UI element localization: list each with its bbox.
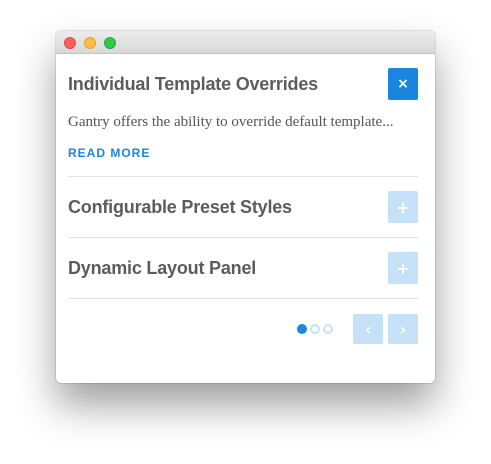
accordion-header[interactable]: Configurable Preset Styles + <box>68 177 418 237</box>
app-window: Individual Template Overrides × Gantry o… <box>56 31 435 383</box>
close-window-button[interactable] <box>64 37 76 49</box>
accordion-item-template-overrides: Individual Template Overrides × Gantry o… <box>68 54 418 177</box>
page-dot-2[interactable] <box>310 324 320 334</box>
plus-icon[interactable]: + <box>388 191 418 223</box>
pager: ‹ › <box>68 299 418 359</box>
chevron-right-icon[interactable]: › <box>388 314 418 344</box>
close-icon[interactable]: × <box>388 68 418 100</box>
accordion-header[interactable]: Individual Template Overrides × <box>68 54 418 114</box>
read-more-link[interactable]: READ MORE <box>68 146 150 160</box>
accordion-title: Individual Template Overrides <box>68 73 318 94</box>
maximize-window-button[interactable] <box>104 37 116 49</box>
minimize-window-button[interactable] <box>84 37 96 49</box>
page-dot-3[interactable] <box>323 324 333 334</box>
accordion: Individual Template Overrides × Gantry o… <box>68 54 418 359</box>
chevron-left-icon[interactable]: ‹ <box>353 314 383 344</box>
accordion-item-layout-panel: Dynamic Layout Panel + <box>68 238 418 299</box>
title-bar <box>56 31 435 54</box>
accordion-header[interactable]: Dynamic Layout Panel + <box>68 238 418 298</box>
page-dot-1[interactable] <box>297 324 307 334</box>
accordion-item-preset-styles: Configurable Preset Styles + <box>68 177 418 238</box>
accordion-title: Configurable Preset Styles <box>68 196 292 217</box>
accordion-description: Gantry offers the ability to override de… <box>68 114 394 130</box>
accordion-body: Gantry offers the ability to override de… <box>68 110 418 176</box>
plus-icon[interactable]: + <box>388 252 418 284</box>
pagination-dots <box>294 324 333 334</box>
accordion-title: Dynamic Layout Panel <box>68 257 257 278</box>
